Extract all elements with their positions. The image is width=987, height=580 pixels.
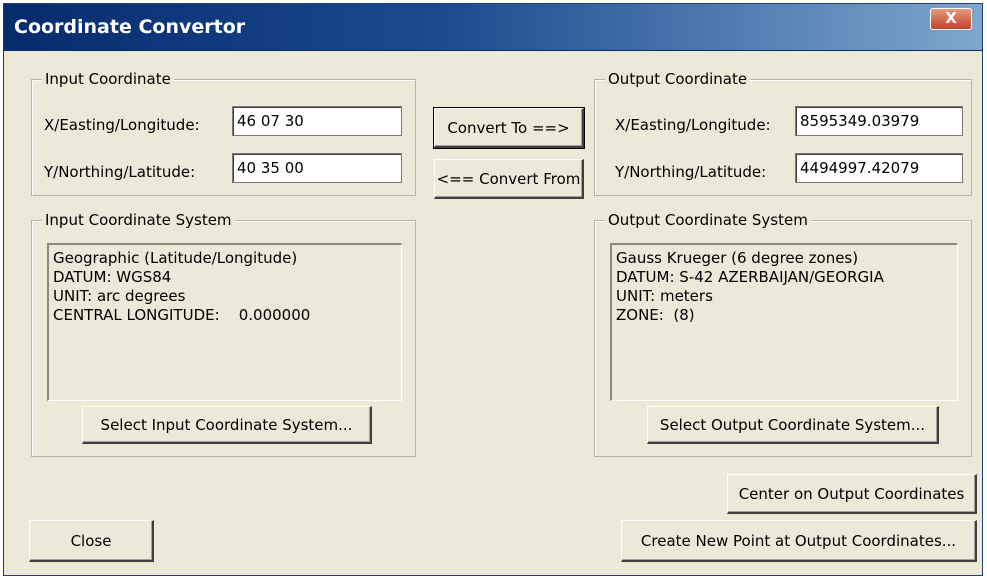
input-system-line: Geographic (Latitude/Longitude) [53,249,298,267]
input-x-label: X/Easting/Longitude: [44,116,200,134]
input-coordinate-group: Input Coordinate X/Easting/Longitude: Y/… [31,70,416,196]
window-title: Coordinate Convertor [14,16,246,38]
output-coordinate-system-group: Output Coordinate System Gauss Krueger (… [594,211,972,457]
output-system-line: DATUM: S-42 AZERBAIJAN/GEORGIA [616,268,884,286]
input-system-line: DATUM: WGS84 [53,268,172,286]
select-output-coordinate-system-button[interactable]: Select Output Coordinate System... [647,406,939,444]
input-coordinate-system-details[interactable]: Geographic (Latitude/Longitude) DATUM: W… [47,243,402,401]
output-y-field[interactable] [795,153,963,183]
output-x-field[interactable] [795,106,963,136]
output-coordinate-system-legend: Output Coordinate System [605,211,811,229]
input-y-label: Y/Northing/Latitude: [44,163,196,181]
output-coordinate-legend: Output Coordinate [605,70,751,88]
close-icon: X [945,9,957,27]
input-system-line: CENTRAL LONGITUDE: 0.000000 [53,306,311,324]
input-x-field[interactable] [232,106,402,136]
input-y-field[interactable] [232,153,402,183]
output-coordinate-group: Output Coordinate X/Easting/Longitude: Y… [594,70,972,196]
input-system-line: UNIT: arc degrees [53,287,186,305]
select-input-coordinate-system-button[interactable]: Select Input Coordinate System... [82,406,372,444]
output-x-label: X/Easting/Longitude: [615,116,771,134]
create-new-point-button[interactable]: Create New Point at Output Coordinates..… [621,520,977,562]
convert-to-button[interactable]: Convert To ==> [433,107,585,149]
close-window-button[interactable]: X [930,8,972,30]
output-system-line: Gauss Krueger (6 degree zones) [616,249,859,267]
input-coordinate-legend: Input Coordinate [42,70,174,88]
output-y-label: Y/Northing/Latitude: [615,163,767,181]
input-coordinate-system-group: Input Coordinate System Geographic (Lati… [31,211,416,457]
center-on-output-coordinates-button[interactable]: Center on Output Coordinates [727,474,977,514]
output-system-line: UNIT: meters [616,287,713,305]
output-system-line: ZONE: (8) [616,306,695,324]
close-button[interactable]: Close [29,520,154,562]
title-bar[interactable]: Coordinate Convertor X [4,4,982,51]
input-coordinate-system-legend: Input Coordinate System [42,211,235,229]
convert-from-button[interactable]: <== Convert From [434,159,584,199]
coordinate-convertor-window: Coordinate Convertor X Input Coordinate … [3,3,983,576]
output-coordinate-system-details[interactable]: Gauss Krueger (6 degree zones) DATUM: S-… [610,243,958,401]
